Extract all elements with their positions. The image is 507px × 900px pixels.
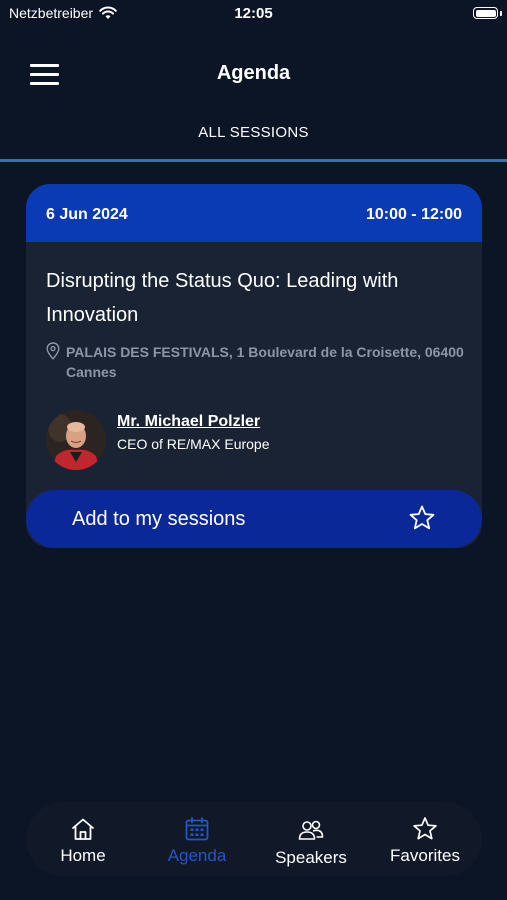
nav-agenda[interactable]: Agenda bbox=[140, 802, 254, 876]
session-location: PALAIS DES FESTIVALS, 1 Boulevard de la … bbox=[46, 342, 466, 382]
agenda-screen: Netzbetreiber 12:05 Agenda ALL SESSIONS … bbox=[0, 0, 507, 900]
location-text: PALAIS DES FESTIVALS, 1 Boulevard de la … bbox=[66, 344, 464, 380]
speaker-row[interactable]: Mr. Michael Polzler CEO of RE/MAX Europe bbox=[46, 410, 466, 470]
battery-tip bbox=[500, 11, 502, 16]
nav-favorites-label: Favorites bbox=[390, 846, 460, 865]
location-pin-icon bbox=[46, 342, 60, 360]
session-title: Disrupting the Status Quo: Leading with … bbox=[46, 270, 399, 326]
add-to-my-sessions-button[interactable]: Add to my sessions bbox=[26, 490, 482, 548]
session-card[interactable]: 6 Jun 2024 10:00 - 12:00 Disrupting the … bbox=[26, 184, 482, 548]
star-icon bbox=[413, 817, 437, 840]
clock: 12:05 bbox=[234, 5, 273, 22]
speaker-avatar[interactable] bbox=[46, 410, 106, 470]
nav-speakers-label: Speakers bbox=[275, 848, 347, 867]
tab-active-indicator bbox=[0, 159, 507, 162]
tab-all-sessions[interactable]: ALL SESSIONS bbox=[0, 124, 507, 141]
people-icon bbox=[298, 820, 324, 840]
page-title: Agenda bbox=[216, 62, 291, 84]
nav-agenda-label: Agenda bbox=[167, 846, 227, 865]
nav-home-label: Home bbox=[60, 846, 106, 865]
speaker-name-link[interactable]: Mr. Michael Polzler bbox=[117, 413, 260, 431]
battery-icon bbox=[473, 7, 498, 19]
session-card-header: 6 Jun 2024 10:00 - 12:00 bbox=[26, 184, 482, 242]
session-date: 6 Jun 2024 bbox=[46, 206, 128, 223]
star-outline-icon bbox=[409, 505, 435, 530]
bottom-navigation: Home Agenda Speakers Favorites bbox=[26, 802, 482, 876]
nav-favorites[interactable]: Favorites bbox=[368, 802, 482, 876]
nav-speakers[interactable]: Speakers bbox=[254, 802, 368, 876]
session-time: 10:00 - 12:00 bbox=[365, 206, 462, 223]
add-button-label: Add to my sessions bbox=[72, 508, 246, 530]
home-icon bbox=[72, 818, 94, 840]
app-header: Agenda bbox=[0, 40, 507, 110]
speaker-role: CEO of RE/MAX Europe bbox=[117, 436, 270, 452]
calendar-icon bbox=[185, 817, 209, 841]
tab-bar: ALL SESSIONS bbox=[0, 112, 507, 162]
nav-home[interactable]: Home bbox=[26, 802, 140, 876]
status-bar: Netzbetreiber 12:05 bbox=[0, 0, 507, 30]
